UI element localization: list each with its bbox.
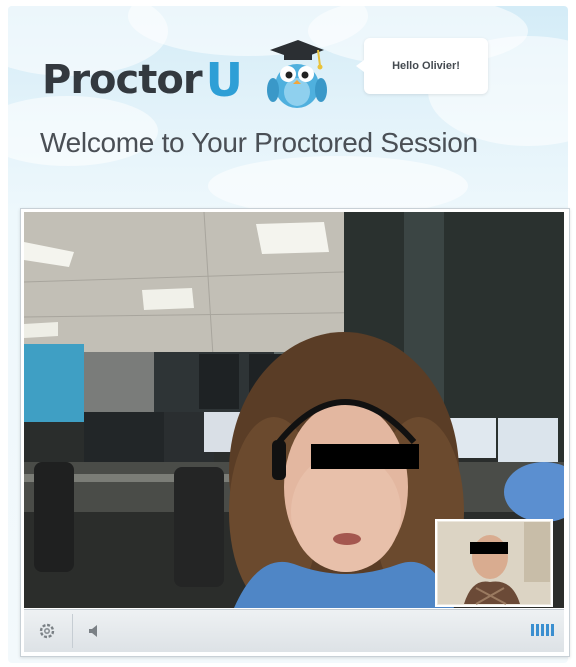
- signal-bar: [531, 624, 534, 636]
- volume-button[interactable]: [80, 616, 110, 646]
- signal-bar: [541, 624, 544, 636]
- owl-mascot-icon: [267, 40, 327, 108]
- logo-letter: U: [205, 53, 243, 107]
- video-controls-bar: [24, 609, 564, 652]
- signal-bars-icon: [531, 624, 554, 636]
- webcam-video: [24, 212, 564, 608]
- proctoru-logo: Proctor U: [42, 46, 243, 106]
- speaker-icon: [89, 625, 97, 637]
- page-title: Welcome to Your Proctored Session: [40, 127, 478, 158]
- greeting-bubble: Hello Olivier!: [356, 38, 488, 94]
- background-cloud: [208, 156, 468, 216]
- app-window: Proctor U Hello Olivier! Welcome to Your…: [0, 0, 576, 667]
- gear-icon: [39, 623, 55, 639]
- logo-wordmark: Proctor: [42, 57, 203, 103]
- settings-button[interactable]: [32, 616, 62, 646]
- webcam-video-image: [24, 212, 564, 608]
- signal-bar: [536, 624, 539, 636]
- signal-bar: [546, 624, 549, 636]
- signal-bar: [551, 624, 554, 636]
- video-frame: [20, 208, 570, 657]
- controls-divider: [72, 614, 73, 648]
